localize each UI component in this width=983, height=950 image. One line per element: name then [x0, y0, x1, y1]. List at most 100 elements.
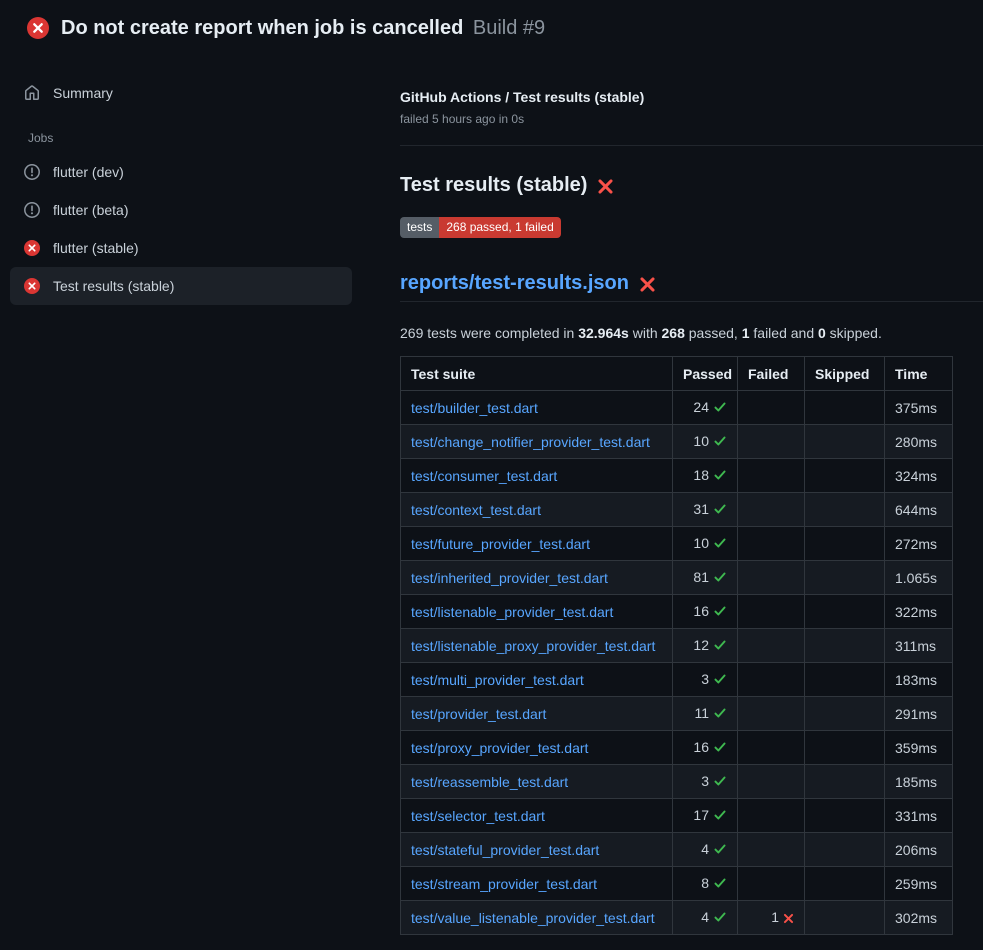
time-cell: 359ms [885, 731, 953, 765]
check-icon [713, 502, 727, 519]
passed-cell: 81 [673, 561, 738, 595]
header-divider [400, 145, 983, 146]
skipped-cell [805, 663, 885, 697]
check-icon [713, 638, 727, 655]
passed-cell: 12 [673, 629, 738, 663]
table-row: test/consumer_test.dart18324ms [401, 459, 953, 493]
failed-cell [738, 459, 805, 493]
run-status-line: failed 5 hours ago in 0s [400, 112, 983, 126]
check-icon [713, 740, 727, 757]
summary-text-segment: failed and [750, 325, 819, 341]
table-row: test/listenable_proxy_provider_test.dart… [401, 629, 953, 663]
report-divider [400, 301, 983, 302]
summary-passed-count: 268 [662, 325, 685, 341]
suite-cell: test/builder_test.dart [401, 391, 673, 425]
table-row: test/change_notifier_provider_test.dart1… [401, 425, 953, 459]
skipped-cell [805, 527, 885, 561]
failed-x-icon [639, 276, 656, 293]
test-suite-link[interactable]: test/listenable_provider_test.dart [411, 604, 613, 620]
column-header-passed: Passed [673, 357, 738, 391]
build-number: Build #9 [473, 17, 545, 39]
passed-cell: 16 [673, 595, 738, 629]
failed-x-icon [597, 178, 614, 195]
job-label: Test results (stable) [53, 278, 174, 294]
time-cell: 185ms [885, 765, 953, 799]
table-row: test/value_listenable_provider_test.dart… [401, 901, 953, 935]
test-suite-link[interactable]: test/selector_test.dart [411, 808, 545, 824]
check-icon [713, 434, 727, 451]
check-icon [713, 808, 727, 825]
passed-cell: 31 [673, 493, 738, 527]
sidebar-item-flutter-stable[interactable]: flutter (stable) [10, 229, 352, 267]
test-suite-link[interactable]: test/stateful_provider_test.dart [411, 842, 599, 858]
check-icon [713, 774, 727, 791]
time-cell: 183ms [885, 663, 953, 697]
test-suite-link[interactable]: test/stream_provider_test.dart [411, 876, 597, 892]
passed-cell: 11 [673, 697, 738, 731]
x-icon [783, 911, 794, 927]
table-row: test/future_provider_test.dart10272ms [401, 527, 953, 561]
test-suite-link[interactable]: test/listenable_proxy_provider_test.dart [411, 638, 655, 654]
skipped-cell [805, 799, 885, 833]
check-icon [713, 876, 727, 893]
workflow-run-page: Do not create report when job is cancell… [0, 0, 983, 935]
test-suite-link[interactable]: test/value_listenable_provider_test.dart [411, 910, 655, 926]
sidebar-item-test-results-stable[interactable]: Test results (stable) [10, 267, 352, 305]
time-cell: 375ms [885, 391, 953, 425]
tests-summary-line: 269 tests were completed in 32.964s with… [400, 325, 983, 341]
badge-label: tests [400, 217, 439, 238]
section-title: Test results (stable) [400, 173, 983, 197]
failed-cell [738, 493, 805, 527]
failed-cell [738, 697, 805, 731]
skipped-cell [805, 867, 885, 901]
job-label: flutter (beta) [53, 202, 128, 218]
breadcrumb: GitHub Actions / Test results (stable) [400, 89, 983, 106]
sidebar-item-flutter-dev[interactable]: flutter (dev) [10, 153, 352, 191]
failed-cell [738, 765, 805, 799]
table-row: test/stateful_provider_test.dart4206ms [401, 833, 953, 867]
report-link[interactable]: reports/test-results.json [400, 271, 629, 295]
test-suite-link[interactable]: test/context_test.dart [411, 502, 541, 518]
jobs-heading: Jobs [28, 131, 352, 145]
failed-cell [738, 867, 805, 901]
time-cell: 1.065s [885, 561, 953, 595]
table-row: test/provider_test.dart11291ms [401, 697, 953, 731]
sidebar-item-summary[interactable]: Summary [10, 75, 352, 111]
table-row: test/reassemble_test.dart3185ms [401, 765, 953, 799]
table-row: test/context_test.dart 31 644ms [401, 493, 953, 527]
check-icon [713, 468, 727, 485]
suite-cell: test/stateful_provider_test.dart [401, 833, 673, 867]
failed-cell [738, 663, 805, 697]
test-suite-link[interactable]: test/consumer_test.dart [411, 468, 557, 484]
suite-cell: test/stream_provider_test.dart [401, 867, 673, 901]
test-suite-link[interactable]: test/change_notifier_provider_test.dart [411, 434, 650, 450]
test-suite-link[interactable]: test/builder_test.dart [411, 400, 538, 416]
summary-duration: 32.964s [578, 325, 629, 341]
summary-failed-count: 1 [742, 325, 750, 341]
layout: Summary Jobs flutter (dev) flutter (beta)… [0, 51, 983, 935]
test-suite-link[interactable]: test/inherited_provider_test.dart [411, 570, 608, 586]
test-suite-link[interactable]: test/future_provider_test.dart [411, 536, 590, 552]
test-suite-link[interactable]: test/provider_test.dart [411, 706, 546, 722]
skipped-cell [805, 697, 885, 731]
skipped-cell [805, 425, 885, 459]
badge-value: 268 passed, 1 failed [439, 217, 560, 238]
table-row: test/stream_provider_test.dart8259ms [401, 867, 953, 901]
suite-cell: test/change_notifier_provider_test.dart [401, 425, 673, 459]
neutral-status-icon [24, 202, 40, 218]
suite-cell: test/consumer_test.dart [401, 459, 673, 493]
summary-text-segment: passed, [685, 325, 742, 341]
test-suite-link[interactable]: test/proxy_provider_test.dart [411, 740, 588, 756]
test-suite-link[interactable]: test/multi_provider_test.dart [411, 672, 584, 688]
suite-cell: test/inherited_provider_test.dart [401, 561, 673, 595]
suite-cell: test/provider_test.dart [401, 697, 673, 731]
passed-cell: 4 [673, 901, 738, 935]
time-cell: 644ms [885, 493, 953, 527]
time-cell: 331ms [885, 799, 953, 833]
time-cell: 259ms [885, 867, 953, 901]
table-row: test/multi_provider_test.dart3183ms [401, 663, 953, 697]
run-title: Do not create report when job is cancell… [61, 17, 463, 39]
sidebar-item-flutter-beta[interactable]: flutter (beta) [10, 191, 352, 229]
test-suite-link[interactable]: test/reassemble_test.dart [411, 774, 568, 790]
job-label: flutter (dev) [53, 164, 124, 180]
